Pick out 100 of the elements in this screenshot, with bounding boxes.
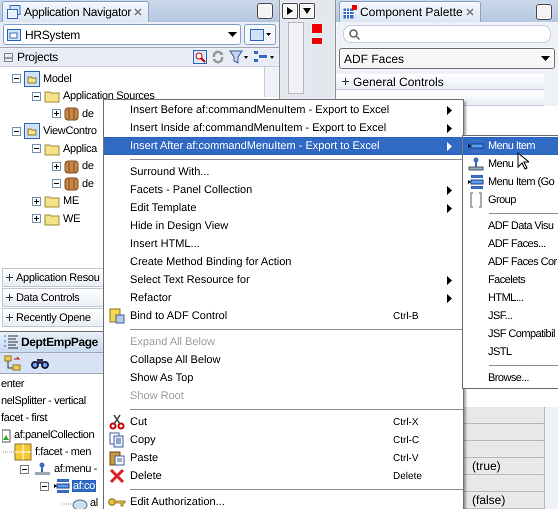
tree-structure-icon[interactable] xyxy=(4,355,22,371)
tree-node[interactable]: af:co xyxy=(72,480,96,492)
scroll-right-button[interactable] xyxy=(282,3,298,19)
menu-item[interactable]: Menu Item (Go xyxy=(463,173,558,191)
tree-node[interactable]: af:panelCollection xyxy=(14,428,94,440)
expand-toggle-icon[interactable] xyxy=(52,179,61,188)
collapse-icon[interactable] xyxy=(4,52,13,62)
tree-item[interactable]: Application Sources xyxy=(63,90,155,102)
menu-item[interactable]: Hide in Design View xyxy=(104,217,463,235)
menu-item[interactable]: ADF Data Visu xyxy=(463,217,558,235)
menu-item[interactable]: Group xyxy=(463,191,558,209)
menu-item[interactable]: Surround With... xyxy=(104,163,463,181)
scrollbar[interactable] xyxy=(288,22,304,94)
tab-title: Component Palette xyxy=(360,5,463,19)
menu-item[interactable]: Refactor xyxy=(104,289,463,307)
tree-item[interactable]: WE xyxy=(63,212,80,225)
expand-toggle-icon[interactable] xyxy=(52,109,61,118)
application-dropdown[interactable]: HRSystem xyxy=(3,24,241,45)
tree-node[interactable]: al xyxy=(90,496,98,508)
filter-icon[interactable] xyxy=(229,50,249,64)
close-icon[interactable] xyxy=(134,8,142,16)
expand-toggle-icon[interactable] xyxy=(12,74,21,84)
expand-icon[interactable] xyxy=(5,293,14,302)
accordion-header[interactable]: Application Resou xyxy=(16,272,100,284)
close-icon[interactable] xyxy=(466,8,474,16)
projects-header[interactable]: Projects xyxy=(17,50,58,64)
accordion-header[interactable]: Recently Opene xyxy=(16,312,91,324)
palette-tab[interactable]: Component Palette xyxy=(339,1,481,22)
accordion-header[interactable]: Data Controls xyxy=(16,292,80,304)
tree-item[interactable]: de xyxy=(82,160,94,172)
search-field[interactable] xyxy=(343,25,551,43)
folder-icon xyxy=(44,212,60,226)
menu-item[interactable]: Edit Template xyxy=(104,199,463,217)
tree-item[interactable]: de xyxy=(82,178,94,190)
menu-item[interactable]: Select Text Resource for xyxy=(104,271,463,289)
menu-item[interactable]: Edit Authorization... xyxy=(104,493,463,509)
tree-item[interactable]: Applica xyxy=(63,142,97,155)
tree-item[interactable]: de xyxy=(82,108,94,120)
tree-item[interactable]: ME xyxy=(63,195,79,208)
menu-item[interactable]: Facets - Panel Collection xyxy=(104,181,463,199)
menu-icon xyxy=(20,460,52,476)
menu-item[interactable]: JSTL xyxy=(463,343,558,361)
expand-toggle-icon[interactable] xyxy=(32,92,41,101)
menu-item[interactable]: Create Method Binding for Action xyxy=(104,253,463,271)
menu-item[interactable]: Paste Ctrl-V xyxy=(104,449,463,467)
menu-item[interactable]: Bind to ADF Control Ctrl-B xyxy=(104,307,463,325)
menu-item[interactable]: Insert HTML... xyxy=(104,235,463,253)
grid-icon xyxy=(343,5,357,19)
expand-toggle-icon[interactable] xyxy=(32,214,41,224)
dropdown-arrow-icon xyxy=(303,8,311,14)
menu-item[interactable]: Menu Item xyxy=(463,137,558,155)
tree-node[interactable]: enter xyxy=(1,378,24,390)
menu-item[interactable]: JSF... xyxy=(463,307,558,325)
tree-node[interactable]: af:menu - xyxy=(54,462,97,474)
expand-toggle-icon[interactable] xyxy=(32,144,41,154)
expand-toggle-icon[interactable] xyxy=(52,162,61,171)
delete-icon xyxy=(109,468,125,484)
menu-item[interactable]: Insert Inside af:commandMenuItem - Export to Excel xyxy=(104,119,463,137)
tree-item[interactable]: ViewContro xyxy=(43,125,97,138)
expand-icon[interactable] xyxy=(5,313,14,322)
menu-item[interactable]: Menu xyxy=(463,155,558,173)
tree-node[interactable]: f:facet - men xyxy=(35,446,91,458)
view-menu-button[interactable] xyxy=(244,24,276,45)
expand-icon[interactable] xyxy=(5,273,14,282)
menu-item[interactable]: Show As Top xyxy=(104,369,463,387)
menu-item[interactable]: HTML... xyxy=(463,289,558,307)
menu-item[interactable]: Insert Before af:commandMenuItem - Export to Excel xyxy=(104,101,463,119)
navigator-icon xyxy=(7,5,21,19)
menu-item[interactable]: ADF Faces... xyxy=(463,235,558,253)
library-dropdown[interactable]: ADF Faces xyxy=(339,48,555,69)
expand-toggle-icon[interactable] xyxy=(32,196,41,206)
key-icon xyxy=(108,496,126,508)
minimize-button[interactable] xyxy=(257,3,273,19)
tree-item[interactable]: Model xyxy=(43,72,72,85)
navigator-tab[interactable]: Application Navigator xyxy=(2,1,150,22)
panel-title: DeptEmpPage xyxy=(21,335,98,349)
minimize-button[interactable] xyxy=(536,4,552,20)
menu-item[interactable]: Delete Delete xyxy=(104,467,463,485)
menu-item[interactable]: ADF Faces Cor xyxy=(463,253,558,271)
expand-icon[interactable] xyxy=(341,77,350,86)
menu-item-icon xyxy=(40,478,70,494)
menu-item[interactable]: Browse... xyxy=(463,369,558,387)
property-value: (true) xyxy=(472,459,501,473)
group-icon xyxy=(470,192,482,208)
expand-toggle-icon[interactable] xyxy=(12,126,21,136)
scrollbar[interactable] xyxy=(264,67,279,97)
search-icon[interactable] xyxy=(193,50,207,64)
menu-item[interactable]: Insert After af:commandMenuItem - Export to Excel xyxy=(104,137,463,155)
play-icon xyxy=(287,7,293,15)
menu-item[interactable]: Cut Ctrl-X xyxy=(104,413,463,431)
dropdown-button[interactable] xyxy=(299,3,315,19)
binoculars-icon[interactable] xyxy=(30,356,50,370)
menu-item[interactable]: Copy Ctrl-C xyxy=(104,431,463,449)
tree-node[interactable]: nelSplitter - vertical xyxy=(1,394,86,406)
sort-icon[interactable] xyxy=(253,50,275,64)
scrollbar[interactable] xyxy=(544,407,558,509)
tree-node[interactable]: facet - first xyxy=(1,412,48,424)
menu-item[interactable]: Collapse All Below xyxy=(104,351,463,369)
menu-item[interactable]: JSF Compatibil xyxy=(463,325,558,343)
menu-item[interactable]: Facelets xyxy=(463,271,558,289)
